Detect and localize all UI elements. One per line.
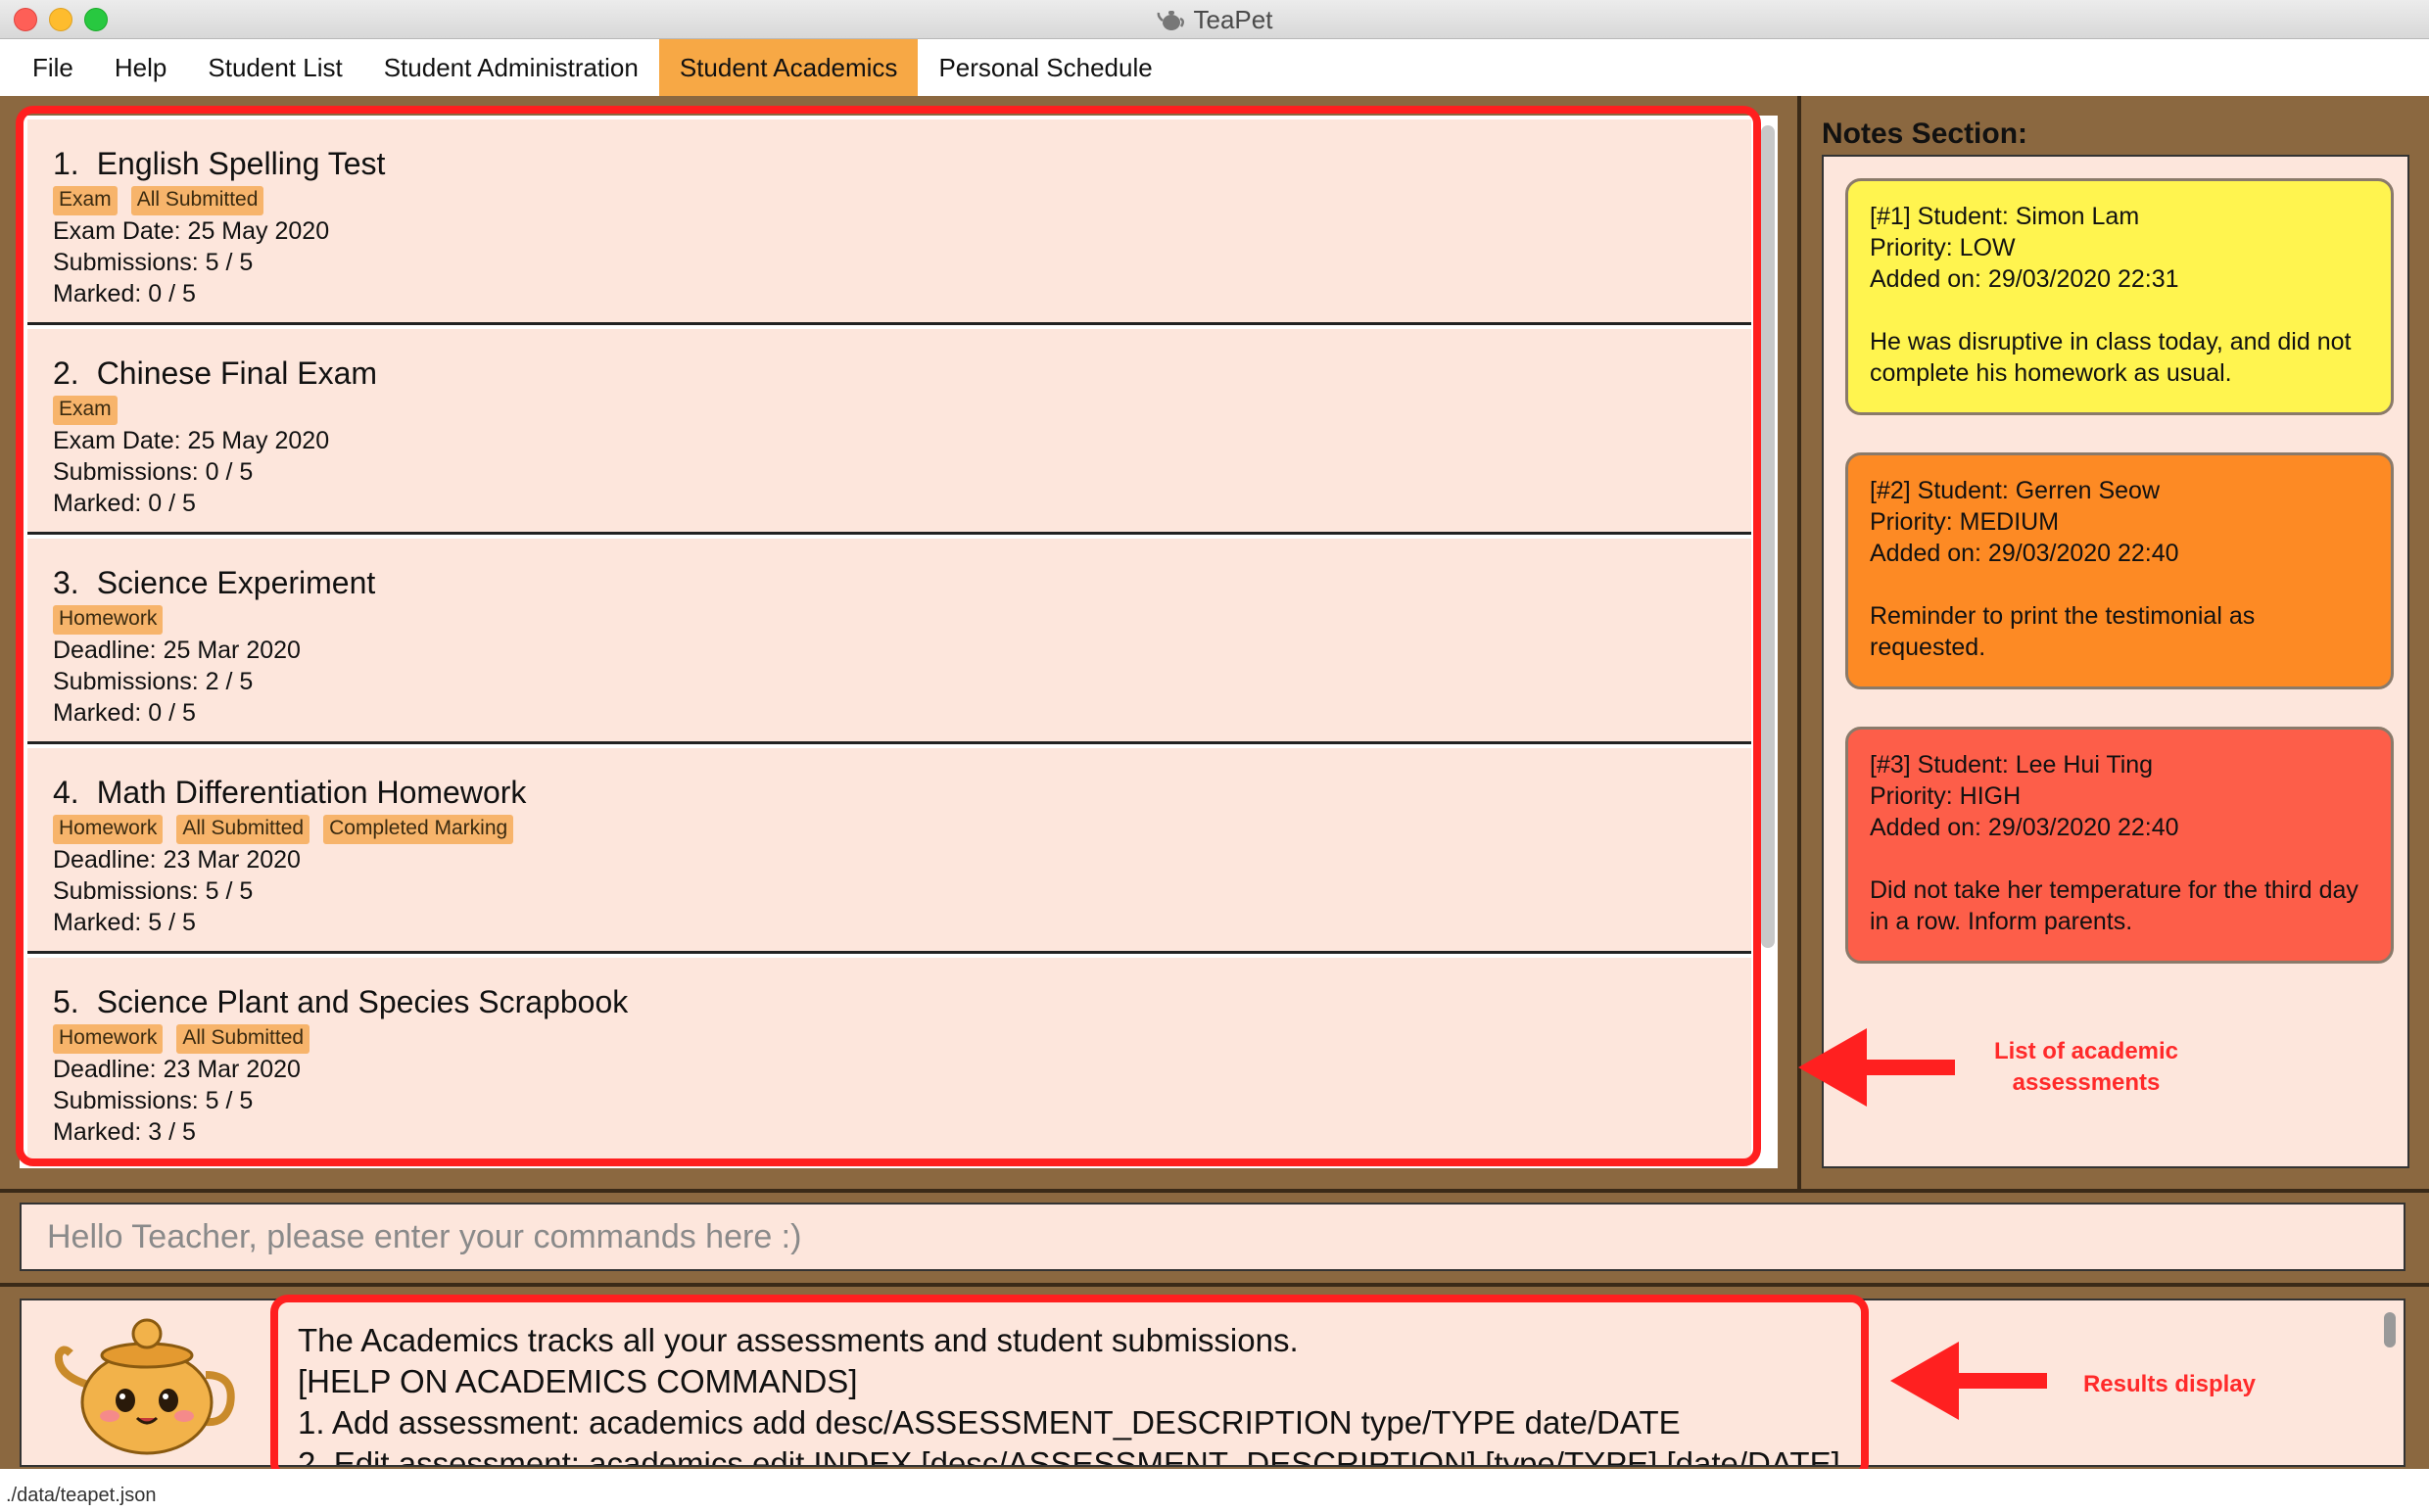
note-added: Added on: 29/03/2020 22:40 bbox=[1870, 540, 2179, 567]
assessment-card[interactable]: 5. Science Plant and Species Scrapbook Ho… bbox=[27, 958, 1751, 1163]
note-priority: Priority: MEDIUM bbox=[1870, 508, 2060, 536]
assessment-tag: All Submitted bbox=[176, 815, 310, 844]
command-box bbox=[20, 1203, 2405, 1271]
assessment-date: Exam Date: 25 May 2020 bbox=[53, 217, 330, 245]
notes-header: Notes Section: bbox=[1822, 118, 2028, 150]
assessment-marked: Marked: 5 / 5 bbox=[53, 909, 196, 936]
note-student: [#1] Student: Simon Lam bbox=[1870, 203, 2140, 230]
assessment-date: Deadline: 23 Mar 2020 bbox=[53, 1056, 301, 1083]
note-added: Added on: 29/03/2020 22:31 bbox=[1870, 265, 2179, 293]
horizontal-divider bbox=[0, 1189, 2429, 1193]
status-bar: ./data/teapet.json bbox=[0, 1469, 2429, 1512]
assessment-list[interactable]: 1. English Spelling Test Exam All Submitt… bbox=[27, 119, 1751, 1164]
assessment-date: Deadline: 23 Mar 2020 bbox=[53, 846, 301, 874]
results-line: [HELP ON ACADEMICS COMMANDS] bbox=[298, 1363, 858, 1399]
assessment-marked: Marked: 3 / 5 bbox=[53, 1118, 196, 1146]
note-text: Did not take her temperature for the thi… bbox=[1870, 876, 2358, 935]
assessment-tag: All Submitted bbox=[130, 186, 264, 215]
menu-personal-schedule[interactable]: Personal Schedule bbox=[918, 39, 1172, 96]
assessment-index: 3. bbox=[53, 565, 79, 600]
assessment-date: Deadline: 25 Mar 2020 bbox=[53, 637, 301, 664]
assessment-tag: Exam bbox=[53, 396, 118, 425]
left-arrow-icon bbox=[1798, 1028, 1955, 1107]
note-text: Reminder to print the testimonial as req… bbox=[1870, 602, 2256, 661]
assessment-card[interactable]: 2. Chinese Final Exam Exam Exam Date: 25 … bbox=[27, 329, 1751, 535]
assessment-marked: Marked: 0 / 5 bbox=[53, 699, 196, 727]
results-text[interactable]: The Academics tracks all your assessment… bbox=[298, 1320, 1865, 1467]
assessment-name: Math Differentiation Homework bbox=[96, 775, 527, 810]
assessment-submissions: Submissions: 5 / 5 bbox=[53, 877, 254, 905]
assessment-tag: All Submitted bbox=[176, 1024, 310, 1054]
assessment-list-scrollbar[interactable] bbox=[1761, 125, 1775, 948]
assessment-submissions: Submissions: 2 / 5 bbox=[53, 668, 254, 695]
window-title: TeaPet bbox=[1193, 4, 1273, 34]
assessment-marked: Marked: 0 / 5 bbox=[53, 280, 196, 307]
panel-divider[interactable] bbox=[1797, 96, 1801, 1191]
notes-panel: [#1] Student: Simon Lam Priority: LOW Ad… bbox=[1822, 155, 2409, 1168]
menu-file[interactable]: File bbox=[12, 39, 94, 96]
menu-bar: File Help Student List Student Administr… bbox=[0, 39, 2429, 96]
assessment-tag: Homework bbox=[53, 815, 164, 844]
horizontal-divider bbox=[0, 1283, 2429, 1287]
note-text: He was disruptive in class today, and di… bbox=[1870, 328, 2352, 387]
assessment-date: Exam Date: 25 May 2020 bbox=[53, 427, 330, 454]
menu-help[interactable]: Help bbox=[94, 39, 187, 96]
note-priority: Priority: LOW bbox=[1870, 234, 2016, 261]
assessment-tag: Completed Marking bbox=[323, 815, 514, 844]
results-annotation-label: Results display bbox=[2082, 1371, 2257, 1397]
assessment-name: English Spelling Test bbox=[96, 146, 386, 181]
assessment-card[interactable]: 4. Math Differentiation Homework Homework… bbox=[27, 748, 1751, 954]
results-line: The Academics tracks all your assessment… bbox=[298, 1322, 1299, 1358]
assessment-name: Science Experiment bbox=[96, 565, 376, 600]
note-priority: Priority: HIGH bbox=[1870, 782, 2022, 810]
assessment-index: 4. bbox=[53, 775, 79, 810]
note-student: [#2] Student: Gerren Seow bbox=[1870, 477, 2161, 504]
command-input[interactable] bbox=[22, 1205, 2404, 1269]
teapot-icon bbox=[1157, 11, 1184, 30]
assessment-card[interactable]: 3. Science Experiment Homework Deadline: … bbox=[27, 539, 1751, 744]
assessment-name: Science Plant and Species Scrapbook bbox=[96, 984, 629, 1019]
menu-student-list[interactable]: Student List bbox=[187, 39, 362, 96]
note-added: Added on: 29/03/2020 22:40 bbox=[1870, 814, 2179, 841]
assessment-tag: Homework bbox=[53, 1024, 164, 1054]
assessment-tag: Exam bbox=[53, 186, 118, 215]
assessment-index: 1. bbox=[53, 146, 79, 181]
assessment-index: 5. bbox=[53, 984, 79, 1019]
assessment-submissions: Submissions: 0 / 5 bbox=[53, 458, 254, 486]
note-card[interactable]: [#2] Student: Gerren Seow Priority: MEDI… bbox=[1845, 452, 2394, 689]
results-scrollbar[interactable] bbox=[2384, 1312, 2396, 1347]
teapot-mascot-icon bbox=[54, 1318, 235, 1455]
left-arrow-icon bbox=[1890, 1342, 2047, 1420]
assessment-submissions: Submissions: 5 / 5 bbox=[53, 1087, 254, 1114]
note-card[interactable]: [#3] Student: Lee Hui Ting Priority: HIG… bbox=[1845, 727, 2394, 964]
menu-student-administration[interactable]: Student Administration bbox=[363, 39, 659, 96]
assessment-submissions: Submissions: 5 / 5 bbox=[53, 249, 254, 276]
menu-student-academics[interactable]: Student Academics bbox=[658, 39, 919, 96]
assessment-index: 2. bbox=[53, 355, 79, 391]
note-card[interactable]: [#1] Student: Simon Lam Priority: LOW Ad… bbox=[1845, 178, 2394, 415]
results-line: 2. Edit assessment: academics edit INDEX… bbox=[298, 1445, 1840, 1467]
results-line: 1. Add assessment: academics add desc/AS… bbox=[298, 1404, 1681, 1441]
assessment-tag: Homework bbox=[53, 605, 164, 635]
assessment-name: Chinese Final Exam bbox=[96, 355, 378, 391]
list-annotation-label: List of academic assessments bbox=[1993, 1038, 2179, 1096]
assessment-marked: Marked: 0 / 5 bbox=[53, 490, 196, 517]
assessment-card[interactable]: 1. English Spelling Test Exam All Submitt… bbox=[27, 119, 1751, 325]
title-bar: TeaPet bbox=[0, 0, 2429, 39]
assessment-list-panel: 1. English Spelling Test Exam All Submitt… bbox=[20, 116, 1778, 1168]
note-student: [#3] Student: Lee Hui Ting bbox=[1870, 751, 2154, 779]
